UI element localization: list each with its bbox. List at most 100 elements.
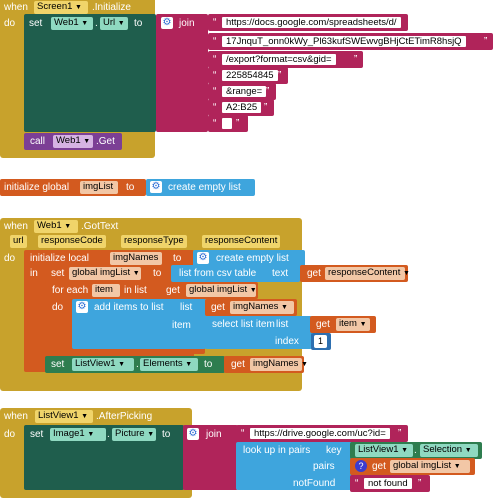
web1-component-dropdown[interactable]: Web1 ▼: [51, 17, 93, 30]
item-label: item: [172, 320, 191, 331]
afterpicking-event-label: .AfterPicking: [96, 411, 153, 422]
string-value-4[interactable]: 225854845: [221, 69, 279, 82]
dot-label: .: [95, 18, 98, 29]
param-url[interactable]: url: [10, 235, 27, 248]
quote-open-4: “: [213, 70, 217, 81]
quote-close: ”: [398, 428, 402, 439]
quote-close-1: ”: [398, 17, 402, 28]
param-responsecontent[interactable]: responseContent: [202, 235, 281, 248]
screen1-component-dropdown[interactable]: Screen1 ▼: [34, 1, 88, 14]
help-icon[interactable]: ?: [355, 460, 367, 472]
not-found-string[interactable]: not found: [363, 477, 413, 490]
picture-property-dropdown[interactable]: Picture ▼: [112, 428, 156, 441]
for-each-label: for each: [52, 285, 89, 296]
gear-icon[interactable]: ⚙: [187, 428, 199, 440]
elements-property-dropdown[interactable]: Elements ▼: [140, 358, 198, 371]
image1-dropdown[interactable]: Image1 ▼: [50, 428, 106, 441]
do-label: do: [52, 302, 64, 313]
select-list-item-label: select list item: [212, 319, 275, 330]
global-imglist-dropdown[interactable]: global imgList ▼: [69, 267, 141, 280]
quote-close-5: ”: [266, 86, 270, 97]
quote-close-7: ”: [236, 118, 240, 129]
call-label: call: [30, 136, 46, 147]
responsecontent-dropdown[interactable]: responseContent ▼: [325, 267, 410, 280]
quote-close-6: ”: [264, 102, 268, 113]
to-label: to: [153, 268, 162, 279]
get-label: get: [307, 268, 321, 279]
string-value-6[interactable]: A2:B25: [221, 101, 263, 114]
web1-call-dropdown[interactable]: Web1 ▼: [53, 135, 93, 148]
string-value-7[interactable]: [221, 117, 233, 130]
imgnames-dropdown[interactable]: imgNames ▼: [230, 301, 294, 314]
item-var-field[interactable]: item: [92, 284, 120, 297]
string-value-2[interactable]: 17JnquT_onn0kWy_Pl63kufSWEwvgBHjCtETimR8…: [221, 35, 467, 48]
pairs-label: pairs: [313, 461, 335, 472]
index-number-field[interactable]: 1: [314, 335, 327, 348]
gear-icon[interactable]: ⚙: [150, 181, 162, 193]
create-empty-list-label: create empty list: [216, 253, 289, 264]
to-label: to: [162, 429, 171, 440]
set-label: set: [29, 18, 43, 29]
selection-property-dropdown[interactable]: Selection ▼: [420, 444, 478, 457]
string-value-3[interactable]: /export?format=csv&gid=: [221, 53, 337, 66]
join-block[interactable]: [156, 14, 208, 132]
quote-open-6: “: [213, 102, 217, 113]
initialize-local-label: initialize local: [30, 253, 89, 264]
local-var-name-field[interactable]: imgNames: [110, 252, 162, 265]
do-label: do: [4, 18, 16, 29]
notfound-label: notFound: [293, 478, 336, 489]
join-label: join: [206, 429, 222, 440]
to-label: to: [134, 18, 143, 29]
when-label: when: [4, 2, 28, 13]
global-imglist-get-dropdown[interactable]: global imgList ▼: [186, 284, 257, 297]
in-label: in: [30, 268, 38, 279]
global-var-name-field[interactable]: imgList: [80, 181, 118, 194]
when-label: when: [4, 411, 28, 422]
string-value-5[interactable]: &range=: [221, 85, 268, 98]
get-label: get: [316, 319, 330, 330]
list-from-csv-label: list from csv table: [179, 268, 257, 279]
to-label: to: [173, 253, 182, 264]
get-label: get: [166, 285, 180, 296]
gear-icon[interactable]: ⚙: [76, 301, 88, 313]
param-responsecode[interactable]: responseCode: [38, 235, 106, 248]
url-property-dropdown[interactable]: Url ▼: [100, 17, 128, 30]
param-responsetype[interactable]: responseType: [121, 235, 187, 248]
item-get-dropdown[interactable]: item ▼: [336, 318, 370, 331]
global-imglist-dropdown-2[interactable]: global imgList ▼: [390, 460, 470, 473]
quote-open-3: “: [213, 54, 217, 65]
listview1-key-dropdown[interactable]: ListView1 ▼: [355, 444, 413, 457]
gear-icon[interactable]: ⚙: [197, 252, 209, 264]
text-label: text: [272, 268, 289, 279]
drive-url-string[interactable]: https://drive.google.com/uc?id=: [249, 427, 391, 440]
quote-open-7: “: [213, 118, 217, 129]
gear-icon[interactable]: ⚙: [161, 17, 173, 29]
look-up-in-pairs-label: look up in pairs: [243, 445, 311, 456]
add-items-label: add items to list: [94, 302, 164, 313]
quote-close-4: ”: [278, 70, 282, 81]
quote-open: “: [241, 428, 245, 439]
imgnames-dropdown-2[interactable]: imgNames ▼: [250, 358, 308, 371]
dot-label: .: [107, 429, 110, 440]
do-label: do: [4, 253, 16, 264]
listview1-dropdown[interactable]: ListView1 ▼: [72, 358, 134, 371]
quote-close-3: ”: [354, 54, 358, 65]
when-label: when: [4, 221, 28, 232]
listview1-component-dropdown[interactable]: ListView1 ▼: [35, 410, 93, 423]
list-label: list: [180, 302, 193, 313]
get-label: get: [231, 359, 245, 370]
web1-component-dropdown[interactable]: Web1 ▼: [34, 220, 78, 233]
list-label: list: [276, 319, 289, 330]
initialize-global-label: initialize global: [4, 182, 70, 193]
gottext-event-label: .GotText: [81, 221, 119, 232]
get-label: get: [372, 461, 386, 472]
index-label: index: [275, 336, 299, 347]
to-label: to: [126, 182, 135, 193]
quote-open: “: [355, 478, 359, 489]
set-label: set: [51, 359, 65, 370]
set-web1-url-block[interactable]: [24, 14, 156, 132]
initialize-event-label: .Initialize: [92, 2, 131, 13]
quote-close-2: ”: [484, 36, 488, 47]
get-label: get: [211, 302, 225, 313]
string-value-1[interactable]: https://docs.google.com/spreadsheets/d/: [221, 16, 402, 29]
